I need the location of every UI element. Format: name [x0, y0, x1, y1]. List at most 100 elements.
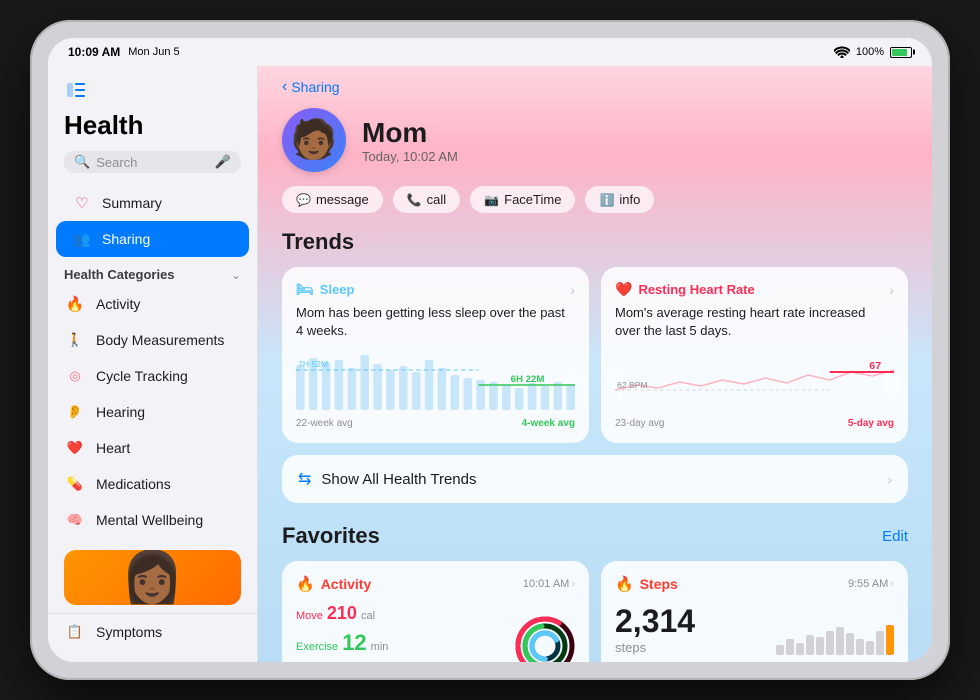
svg-text:67: 67 [869, 362, 881, 373]
body-icon: 🚶 [64, 329, 86, 351]
status-bar: 10:09 AM Mon Jun 5 100% [48, 38, 932, 66]
wifi-icon [834, 46, 850, 58]
back-chevron-icon: ‹ [282, 78, 287, 96]
heart-chart: 67 62 BPM [615, 350, 894, 410]
call-button[interactable]: 📞 call [393, 186, 460, 213]
cat-item-symptoms[interactable]: 📋 Symptoms [48, 613, 257, 650]
sidebar-toggle-icon[interactable] [64, 78, 88, 102]
move-label: Move [296, 610, 323, 622]
sidebar-item-sharing[interactable]: 👥 Sharing [56, 221, 249, 257]
cat-item-body[interactable]: 🚶 Body Measurements [48, 322, 257, 358]
avatar-emoji: 🧑🏾 [290, 118, 337, 162]
steps-card-header: 🔥 Steps 9:55 AM › [615, 575, 894, 593]
cat-item-mental[interactable]: 🧠 Mental Wellbeing [48, 502, 257, 538]
step-bar-1 [776, 645, 784, 655]
activity-chevron-icon[interactable]: › [571, 578, 575, 590]
step-bar-5 [816, 637, 824, 655]
message-button[interactable]: 💬 message [282, 186, 383, 213]
info-icon: ℹ️ [599, 193, 614, 207]
battery-pct: 100% [856, 46, 884, 58]
profile-row: 🧑🏾 Mom Today, 10:02 AM [282, 108, 908, 172]
sidebar: Health 🔍 Search 🎤 ♡ Summary 👥 Sharing [48, 66, 258, 662]
exercise-stat: Exercise 12 min [296, 630, 388, 656]
hearing-icon: 👂 [64, 401, 86, 423]
app-area: Health 🔍 Search 🎤 ♡ Summary 👥 Sharing [48, 66, 932, 662]
svg-text:7H 52M: 7H 52M [298, 360, 328, 370]
heart-footer-left: 23-day avg [615, 418, 664, 429]
activity-time: 10:01 AM › [523, 578, 575, 590]
activity-ring [515, 616, 575, 662]
sharing-header: ‹ Sharing 🧑🏾 Mom Today, 10:02 AM [258, 66, 932, 229]
sleep-card-title: 🛏 Sleep [296, 281, 354, 298]
battery-icon [890, 47, 912, 58]
cat-item-hearing[interactable]: 👂 Hearing [48, 394, 257, 430]
svg-text:62 BPM: 62 BPM [617, 381, 648, 391]
sleep-desc: Mom has been getting less sleep over the… [296, 304, 575, 340]
sleep-icon: 🛏 [296, 281, 314, 298]
profile-name: Mom [362, 117, 458, 149]
sleep-footer-left: 22-week avg [296, 418, 353, 429]
sidebar-title: Health [48, 110, 257, 151]
sleep-chevron-icon[interactable]: › [570, 282, 575, 298]
activity-content: Move 210 cal Exercise 12 min [296, 603, 575, 662]
back-button[interactable]: ‹ Sharing [282, 78, 908, 96]
steps-value: 2,314 [615, 603, 695, 640]
sleep-chart: 7H 52M 6H 22M [296, 350, 575, 410]
medications-label: Medications [96, 476, 171, 492]
show-all-label: Show All Health Trends [321, 471, 877, 488]
cat-item-activity[interactable]: 🔥 Activity [48, 286, 257, 322]
heart-desc: Mom's average resting heart rate increas… [615, 304, 894, 340]
info-button[interactable]: ℹ️ info [585, 186, 654, 213]
cat-item-medications[interactable]: 💊 Medications [48, 466, 257, 502]
profile-time: Today, 10:02 AM [362, 149, 458, 164]
call-icon: 📞 [407, 193, 422, 207]
content-sections: Trends 🛏 Sleep › Mom has been [258, 229, 932, 662]
search-icon: 🔍 [74, 154, 90, 170]
status-time: 10:09 AM [68, 45, 120, 59]
step-bar-9 [856, 639, 864, 655]
cat-item-heart[interactable]: ❤️ Heart [48, 430, 257, 466]
action-buttons: 💬 message 📞 call 📷 FaceTime ℹ️ [282, 186, 908, 213]
heart-footer-right: 5-day avg [848, 418, 894, 429]
profile-info: Mom Today, 10:02 AM [362, 117, 458, 164]
step-bar-4 [806, 635, 814, 655]
svg-text:6H 22M: 6H 22M [511, 375, 545, 385]
mental-icon: 🧠 [64, 509, 86, 531]
heart-card-title: ❤️ Resting Heart Rate [615, 281, 755, 298]
favorites-row: 🔥 Activity 10:01 AM › [282, 561, 908, 662]
sleep-card-header: 🛏 Sleep › [296, 281, 575, 298]
steps-time-value: 9:55 AM [848, 578, 888, 590]
show-all-trends-button[interactable]: ⇆ Show All Health Trends › [282, 455, 908, 503]
categories-chevron-icon[interactable]: ⌄ [231, 268, 241, 282]
cycle-label: Cycle Tracking [96, 368, 188, 384]
exercise-value: 12 [342, 630, 366, 656]
step-bar-3 [796, 643, 804, 655]
heart-trend-icon: ❤️ [615, 281, 632, 298]
activity-stats: Move 210 cal Exercise 12 min [296, 603, 388, 662]
heart-chevron-icon[interactable]: › [889, 282, 894, 298]
search-bar[interactable]: 🔍 Search 🎤 [64, 151, 241, 173]
trends-icon: ⇆ [298, 469, 311, 489]
cycle-icon: ◎ [64, 365, 86, 387]
microphone-icon[interactable]: 🎤 [215, 154, 231, 170]
sleep-title: Sleep [320, 282, 355, 297]
sidebar-item-summary[interactable]: ♡ Summary [56, 185, 249, 221]
facetime-button[interactable]: 📷 FaceTime [470, 186, 575, 213]
steps-fav-card: 🔥 Steps 9:55 AM › 2,314 [601, 561, 908, 662]
edit-button[interactable]: Edit [882, 528, 908, 545]
step-bar-12 [886, 625, 894, 655]
sidebar-header [48, 78, 257, 110]
activity-fav-icon: 🔥 [296, 575, 315, 593]
steps-content: 2,314 steps [615, 603, 894, 655]
sharing-label: Sharing [102, 231, 150, 247]
steps-title-row: 🔥 Steps [615, 575, 678, 593]
symptoms-icon: 📋 [64, 621, 86, 643]
cat-item-cycle[interactable]: ◎ Cycle Tracking [48, 358, 257, 394]
battery-fill [892, 49, 907, 56]
facetime-label: FaceTime [504, 192, 561, 207]
steps-chevron-icon[interactable]: › [890, 578, 894, 590]
step-bar-8 [846, 633, 854, 655]
activity-card-header: 🔥 Activity 10:01 AM › [296, 575, 575, 593]
message-icon: 💬 [296, 193, 311, 207]
activity-fav-card: 🔥 Activity 10:01 AM › [282, 561, 589, 662]
